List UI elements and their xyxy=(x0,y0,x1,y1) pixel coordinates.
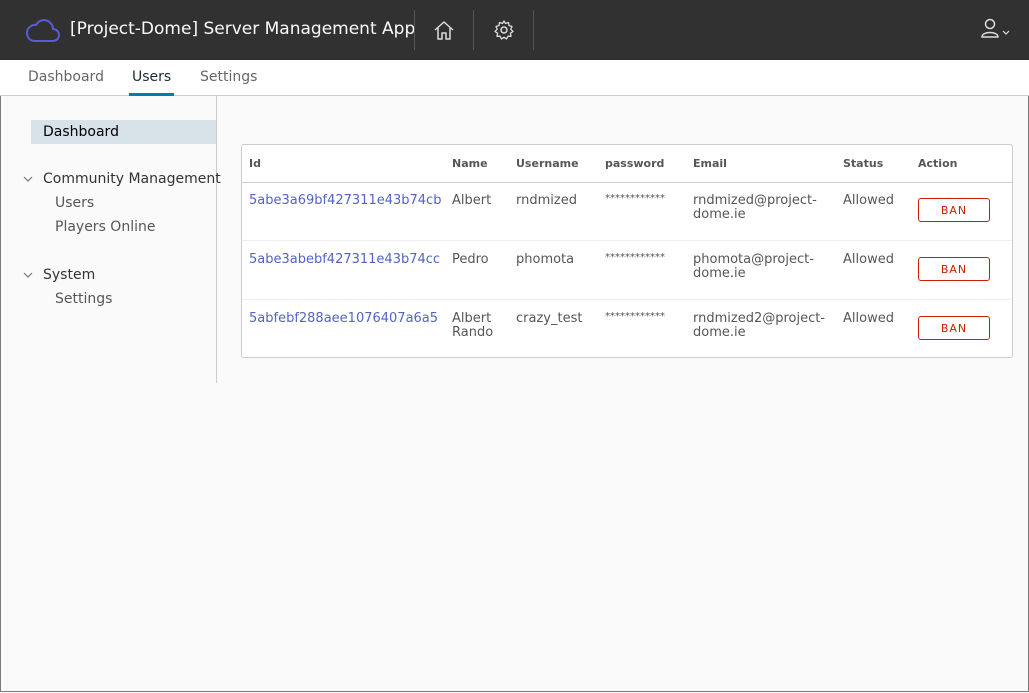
header-divider xyxy=(533,10,534,50)
tab-dashboard[interactable]: Dashboard xyxy=(25,69,107,94)
cell-name-line: Albert xyxy=(452,193,492,208)
users-table: Id Name Username password Email Status A… xyxy=(241,144,1013,358)
sidebar-item-players-online[interactable]: Players Online xyxy=(55,219,155,235)
column-header-action: Action xyxy=(918,157,958,170)
app-header: [Project-Dome] Server Management App xyxy=(0,0,1029,60)
cell-email: phomota@project-dome.ie xyxy=(693,253,814,281)
ban-button[interactable]: BAN xyxy=(918,257,990,281)
tab-users[interactable]: Users xyxy=(129,69,175,96)
column-header-username[interactable]: Username xyxy=(516,157,579,170)
cell-name-line: Pedro xyxy=(452,252,489,267)
sidebar: Dashboard Community Management Users Pla… xyxy=(1,96,221,383)
table-row: 5abfebf288aee1076407a6a5 Albert Rando cra… xyxy=(242,300,1012,358)
cell-status: Allowed xyxy=(843,252,894,267)
sidebar-group-label: Community Management xyxy=(43,171,221,187)
tab-settings[interactable]: Settings xyxy=(197,69,260,94)
cell-name-line: Rando xyxy=(452,325,494,340)
column-header-email[interactable]: Email xyxy=(693,157,727,170)
sidebar-group-system[interactable]: System xyxy=(23,267,95,283)
user-icon xyxy=(980,17,1000,43)
cell-email-line: phomota@project- xyxy=(693,252,814,267)
chevron-down-icon xyxy=(1002,21,1010,40)
cell-password: ************ xyxy=(605,193,665,204)
user-menu[interactable] xyxy=(980,14,1020,46)
cell-name-line: Albert xyxy=(452,311,492,326)
header-divider xyxy=(414,10,415,50)
column-header-status[interactable]: Status xyxy=(843,157,883,170)
cell-id[interactable]: 5abe3a69bf427311e43b74cb xyxy=(249,194,441,208)
cell-name: Albert xyxy=(452,194,491,208)
cell-password: ************ xyxy=(605,252,665,263)
table-header: Id Name Username password Email Status A… xyxy=(242,145,1012,183)
cell-status: Allowed xyxy=(843,311,894,326)
sidebar-group-community-management[interactable]: Community Management xyxy=(23,171,221,187)
table-row: 5abe3abebf427311e43b74cc Pedro phomota *… xyxy=(242,241,1012,300)
cell-email: rndmized2@project-dome.ie xyxy=(693,312,825,340)
gear-icon[interactable] xyxy=(488,14,520,46)
cell-email-line: dome.ie xyxy=(693,207,746,222)
cell-password: ************ xyxy=(605,311,665,322)
cell-name: Albert Rando xyxy=(452,312,493,340)
ban-button[interactable]: BAN xyxy=(918,198,990,222)
cell-name: Pedro xyxy=(452,253,489,267)
cell-id[interactable]: 5abfebf288aee1076407a6a5 xyxy=(249,312,438,326)
cell-status: Allowed xyxy=(843,193,894,208)
sidebar-item-users[interactable]: Users xyxy=(55,195,94,211)
chevron-down-icon xyxy=(23,272,37,278)
app-title[interactable]: [Project-Dome] Server Management App xyxy=(70,19,415,39)
cell-id[interactable]: 5abe3abebf427311e43b74cc xyxy=(249,253,440,267)
sidebar-group-label: System xyxy=(43,267,96,283)
home-icon[interactable] xyxy=(428,14,460,46)
column-header-name[interactable]: Name xyxy=(452,157,488,170)
chevron-down-icon xyxy=(23,176,37,182)
subnav: Dashboard Users Settings xyxy=(0,60,1029,96)
cell-username: rndmized xyxy=(516,193,577,208)
column-header-password[interactable]: password xyxy=(605,157,664,170)
sidebar-item-dashboard[interactable]: Dashboard xyxy=(31,120,216,144)
header-divider xyxy=(473,10,474,50)
cloud-logo-icon xyxy=(26,14,60,46)
cell-email-line: rndmized@project- xyxy=(693,193,817,208)
cell-email: rndmized@project-dome.ie xyxy=(693,194,817,222)
cell-username: phomota xyxy=(516,252,575,267)
cell-username: crazy_test xyxy=(516,311,583,326)
table-row: 5abe3a69bf427311e43b74cb Albert rndmized… xyxy=(242,182,1012,241)
cell-email-line: rndmized2@project- xyxy=(693,311,826,326)
sidebar-item-settings[interactable]: Settings xyxy=(55,291,112,307)
column-header-id[interactable]: Id xyxy=(249,157,261,170)
ban-button[interactable]: BAN xyxy=(918,316,990,340)
cell-email-line: dome.ie xyxy=(693,325,746,340)
cell-email-line: dome.ie xyxy=(693,266,746,281)
